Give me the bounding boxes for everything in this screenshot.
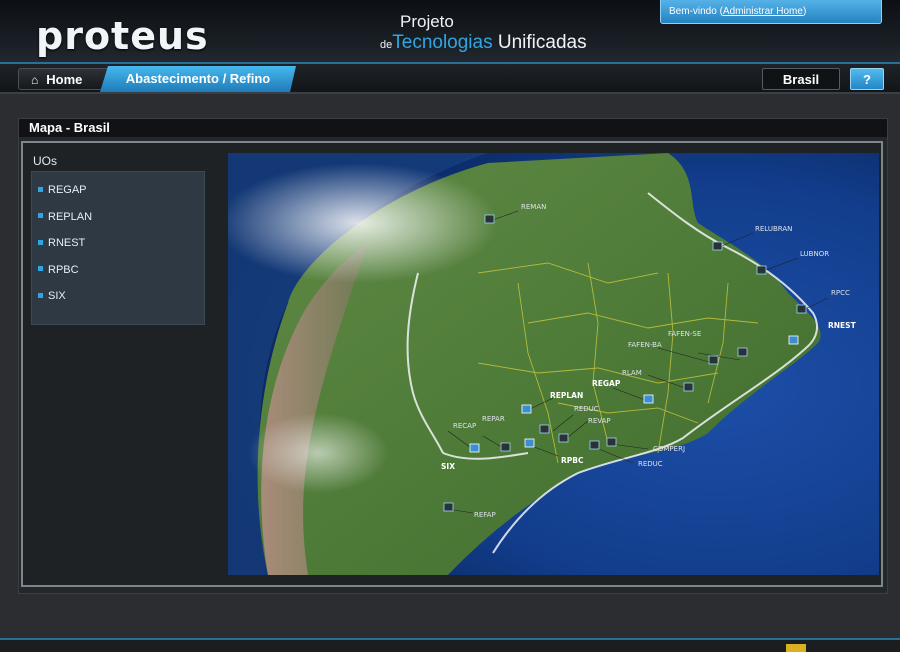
marker-label: RLAM [622,369,642,377]
region-brasil-button[interactable]: Brasil [762,68,840,90]
uos-label: UOs [33,154,57,168]
uo-item-label: RPBC [48,263,79,276]
monitor-pin-icon[interactable] [539,424,550,434]
uo-item-replan[interactable]: REPLAN [32,205,204,232]
marker-label: REFAP [474,511,496,519]
monitor-pin-icon[interactable] [484,214,495,224]
home-icon: ⌂ [31,73,39,87]
map-panel: Mapa - Brasil UOs REGAP REPLAN RNEST RPB… [18,118,888,594]
uo-item-rnest[interactable]: RNEST [32,231,204,258]
project-title-line1: Projeto [400,12,454,31]
bullet-icon [38,266,43,272]
uo-item-rpbc[interactable]: RPBC [32,258,204,285]
help-button[interactable]: ? [850,68,884,90]
monitor-pin-icon[interactable] [443,502,454,512]
marker-label: RNEST [828,321,857,330]
monitor-pin-icon[interactable] [558,433,569,443]
map-canvas: REMAN RELUBRAN LUBNOR RPCC RNEST FAFEN-S… [228,153,879,575]
monitor-pin-icon[interactable] [683,382,694,392]
uo-item-regap[interactable]: REGAP [32,178,204,205]
uo-item-label: SIX [48,290,66,302]
marker-label: FAFEN-SE [668,330,701,338]
monitor-pin-icon[interactable] [606,437,617,447]
marker-label: COMPERJ [653,445,685,453]
project-title-rest: Unificadas [492,32,587,53]
monitor-pin-icon[interactable] [737,347,748,357]
bullet-icon [38,213,43,219]
project-title-blue: Tecnologias [392,32,493,53]
project-title-line2: deTecnologias Unificadas [380,32,587,54]
welcome-close-paren: ) [802,6,807,17]
uo-item-label: REGAP [48,184,87,196]
marker-label: REDUC [638,460,663,468]
marker-label: REDUC [574,405,599,413]
marker-label: RPBC [561,456,584,465]
uo-item-label: RNEST [48,237,86,249]
marker-label: SIX [441,462,455,471]
panel-title: Mapa - Brasil [19,119,887,137]
tab-home[interactable]: ⌂ Home [18,68,110,90]
tab-home-label: Home [46,72,83,87]
marker-label: LUBNOR [800,250,829,258]
footer-accent [786,644,806,652]
cloud-southwest [248,413,388,493]
marker-label: REMAN [521,203,546,211]
monitor-pin-icon[interactable] [796,304,807,314]
monitor-pin-icon[interactable] [708,355,719,365]
marker-label: REVAP [588,417,611,425]
uo-item-label: REPLAN [48,210,93,223]
marker-label: RECAP [453,422,476,430]
app-header: proteus Projeto deTecnologias Unificadas… [0,0,900,64]
bullet-icon [38,186,43,192]
uos-list: REGAP REPLAN RNEST RPBC SIX [31,171,205,325]
monitor-pin-icon[interactable] [756,265,767,275]
admin-home-link[interactable]: Administrar Home [723,6,803,17]
tab-abastecimento-refino[interactable]: Abastecimento / Refino [100,66,296,92]
monitor-pin-icon[interactable] [643,394,654,404]
welcome-text: Bem-vindo ( [669,6,723,17]
marker-label: FAFEN-BA [628,341,662,349]
marker-label: REGAP [592,379,621,388]
marker-label: REPAR [482,415,505,423]
nav-tab-bar: ⌂ Home Abastecimento / Refino Brasil ? [0,64,900,94]
project-title-prefix: de [380,39,393,51]
monitor-pin-icon[interactable] [589,440,600,450]
cloud-north [228,163,498,283]
monitor-pin-icon[interactable] [521,404,532,414]
monitor-pin-icon[interactable] [469,443,480,453]
brazil-satellite-map[interactable]: REMAN RELUBRAN LUBNOR RPCC RNEST FAFEN-S… [228,153,879,575]
monitor-pin-icon[interactable] [524,438,535,448]
panel-content: UOs REGAP REPLAN RNEST RPBC SIX REMAN RE… [21,141,883,587]
marker-label: REPLAN [550,391,583,400]
marker-label: RELUBRAN [755,225,792,233]
bullet-icon [38,292,43,298]
monitor-pin-icon[interactable] [500,442,511,452]
monitor-pin-icon[interactable] [788,335,799,345]
bullet-icon [38,239,43,245]
monitor-pin-icon[interactable] [712,241,723,251]
uo-item-six[interactable]: SIX [32,284,204,311]
marker-label: RPCC [831,289,850,297]
welcome-bar: Bem-vindo (Administrar Home) [660,0,882,24]
proteus-logo[interactable]: proteus [36,14,209,58]
